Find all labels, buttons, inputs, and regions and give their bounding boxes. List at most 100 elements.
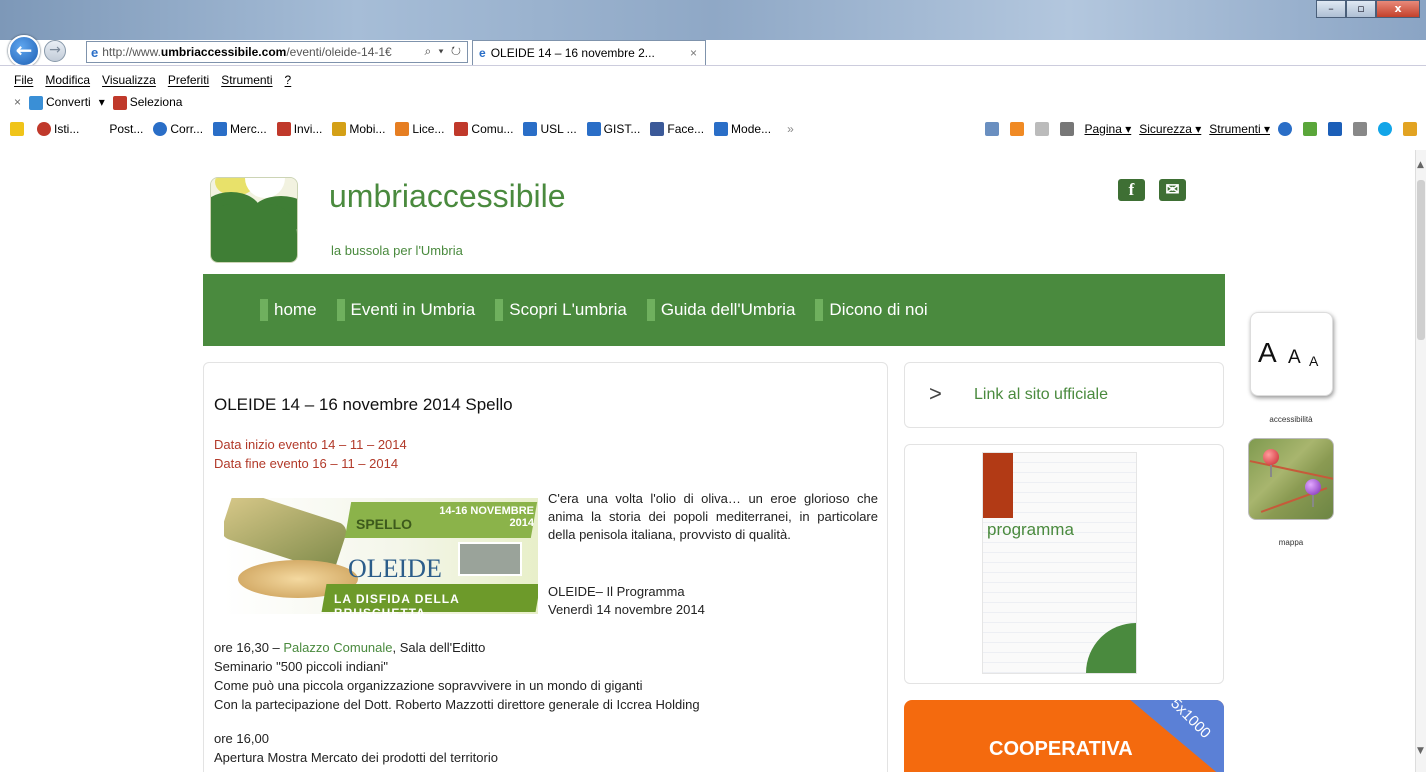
scroll-down-icon[interactable]: ▼ <box>1417 746 1424 756</box>
research-icon[interactable] <box>1353 122 1367 136</box>
mail-icon[interactable]: ✉ <box>1159 179 1186 201</box>
social-links: f ✉ <box>1118 179 1186 201</box>
wordpress-icon <box>153 122 168 136</box>
menu-preferiti[interactable]: Preferiti <box>168 73 209 87</box>
cooperativa-banner[interactable]: 5x1000 COOPERATIVA <box>904 700 1224 772</box>
favorite-label: Comu... <box>471 122 514 136</box>
pagina-menu[interactable]: Pagina ▾ <box>1085 122 1132 136</box>
scroll-thumb[interactable] <box>1417 180 1425 340</box>
program-line: Con la partecipazione del Dott. Roberto … <box>214 697 700 712</box>
command-bar: Pagina ▾ Sicurezza ▾ Strumenti ▾ <box>984 122 1421 136</box>
event-end-date: Data fine evento 16 – 11 – 2014 <box>214 456 399 471</box>
favorite-item[interactable]: Corr... <box>153 122 203 136</box>
menu-help[interactable]: ? <box>285 73 292 87</box>
favorite-item[interactable]: Lice... <box>395 122 444 136</box>
help-icon[interactable] <box>1278 122 1292 136</box>
nav-scopri[interactable]: Scopri L'umbria <box>495 299 627 321</box>
nav-eventi[interactable]: Eventi in Umbria <box>336 299 475 321</box>
convert-dropdown-icon[interactable]: ▾ <box>99 95 105 109</box>
school-icon <box>395 122 410 136</box>
maximize-button[interactable]: ▫ <box>1346 0 1376 18</box>
new-tab-area[interactable] <box>706 40 1420 65</box>
official-site-link[interactable]: Link al sito ufficiale <box>974 386 1108 404</box>
text-size-button[interactable]: A A A <box>1250 312 1333 396</box>
ie-page-icon <box>213 122 228 136</box>
nav-label: Guida dell'Umbria <box>660 300 796 319</box>
favorite-item[interactable]: Merc... <box>213 122 267 136</box>
forward-button[interactable]: → <box>44 40 66 62</box>
accessibility-label: accessibilità <box>1269 415 1313 424</box>
favorite-label: Mobi... <box>349 122 386 136</box>
unicredit-icon <box>276 122 291 136</box>
url-prefix: http://www. <box>102 45 161 59</box>
favorites-bar: Isti... Post... Corr... Merc... Invi... … <box>10 118 1420 140</box>
map-button[interactable] <box>1248 438 1334 520</box>
favorite-item[interactable]: Comu... <box>454 122 513 136</box>
program-title: OLEIDE– Il Programma <box>548 584 685 599</box>
tab-close-icon[interactable]: × <box>690 46 697 60</box>
select-button[interactable]: Seleziona <box>112 95 182 110</box>
nav-dicono[interactable]: Dicono di noi <box>815 299 928 321</box>
favorite-item[interactable]: Invi... <box>276 122 323 136</box>
map-pin-icon <box>1263 449 1279 465</box>
back-button[interactable]: ← <box>8 35 40 67</box>
close-toolbar-icon[interactable]: × <box>14 95 21 109</box>
facebook-icon[interactable]: f <box>1118 179 1145 201</box>
ie-page-icon <box>586 122 601 136</box>
favorite-label: Face... <box>667 122 705 136</box>
favorite-label: Post... <box>109 122 144 136</box>
program-line: ore 16,30 – Palazzo Comunale, Sala dell'… <box>214 638 700 657</box>
favorite-item[interactable]: Mode... <box>714 122 771 136</box>
menu-file[interactable]: File <box>14 73 33 87</box>
favorite-item[interactable]: Post... <box>109 122 143 136</box>
favorite-item[interactable]: USL ... <box>523 122 577 136</box>
banner-photo <box>458 542 522 576</box>
sicurezza-menu[interactable]: Sicurezza ▾ <box>1139 122 1201 136</box>
minimize-button[interactable]: – <box>1316 0 1346 18</box>
close-window-button[interactable]: x <box>1376 0 1420 18</box>
chevron-right-icon: > <box>929 381 942 406</box>
favorite-label: Invi... <box>293 122 323 136</box>
site-name[interactable]: umbriaccessibile <box>329 178 566 215</box>
favorite-label: Lice... <box>412 122 445 136</box>
skype-icon[interactable] <box>1378 122 1392 136</box>
nav-label: home <box>274 300 317 319</box>
favorites-star-icon[interactable] <box>10 122 27 136</box>
menu-visualizza[interactable]: Visualizza <box>102 73 156 87</box>
web-page: umbriaccessibile la bussola per l'Umbria… <box>0 150 1415 772</box>
strumenti-menu[interactable]: Strumenti ▾ <box>1209 122 1270 136</box>
home-icon[interactable] <box>984 122 999 136</box>
favorite-item[interactable]: GIST... <box>586 122 640 136</box>
address-bar[interactable]: e http://www. umbriaccessibile.com /even… <box>86 41 468 63</box>
favorite-item[interactable]: Mobi... <box>332 122 385 136</box>
site-tagline: la bussola per l'Umbria <box>331 243 463 258</box>
menu-modifica[interactable]: Modifica <box>45 73 90 87</box>
scroll-up-icon[interactable]: ▲ <box>1417 160 1424 170</box>
site-logo[interactable] <box>210 177 298 263</box>
favorite-label: Isti... <box>54 122 80 136</box>
java-icon[interactable] <box>1403 122 1417 136</box>
convert-toolbar: × Converti ▾ Seleziona <box>14 95 182 110</box>
comune-icon <box>454 122 469 136</box>
bluetooth-icon[interactable] <box>1328 122 1342 136</box>
nav-guida[interactable]: Guida dell'Umbria <box>646 299 796 321</box>
vertical-scrollbar[interactable]: ▲ ▼ <box>1415 150 1426 772</box>
favorites-more-button[interactable]: » <box>787 122 794 136</box>
favorite-item[interactable]: Isti... <box>37 122 79 136</box>
browser-tab-active[interactable]: e OLEIDE 14 – 16 novembre 2... × <box>472 40 706 65</box>
print-icon[interactable] <box>1059 122 1074 136</box>
address-tools-icon[interactable]: ⌕ ▾ ↻ <box>424 44 463 59</box>
nav-home[interactable]: home <box>260 299 317 321</box>
favorite-item[interactable]: Face... <box>650 122 704 136</box>
convert-button[interactable]: Converti <box>29 95 91 110</box>
rss-icon[interactable] <box>1009 122 1024 136</box>
official-site-box[interactable]: > Link al sito ufficiale <box>904 362 1224 428</box>
favorite-label: Mode... <box>731 122 772 136</box>
mail-icon[interactable] <box>1034 122 1049 136</box>
url-path: /eventi/oleide-14-1€ <box>286 45 392 59</box>
program-day: Venerdì 14 novembre 2014 <box>548 602 705 617</box>
addon-icon[interactable] <box>1303 122 1317 136</box>
menu-strumenti[interactable]: Strumenti <box>221 73 272 87</box>
palazzo-comunale-link[interactable]: Palazzo Comunale <box>283 640 392 655</box>
programma-link[interactable]: programma <box>982 452 1137 674</box>
